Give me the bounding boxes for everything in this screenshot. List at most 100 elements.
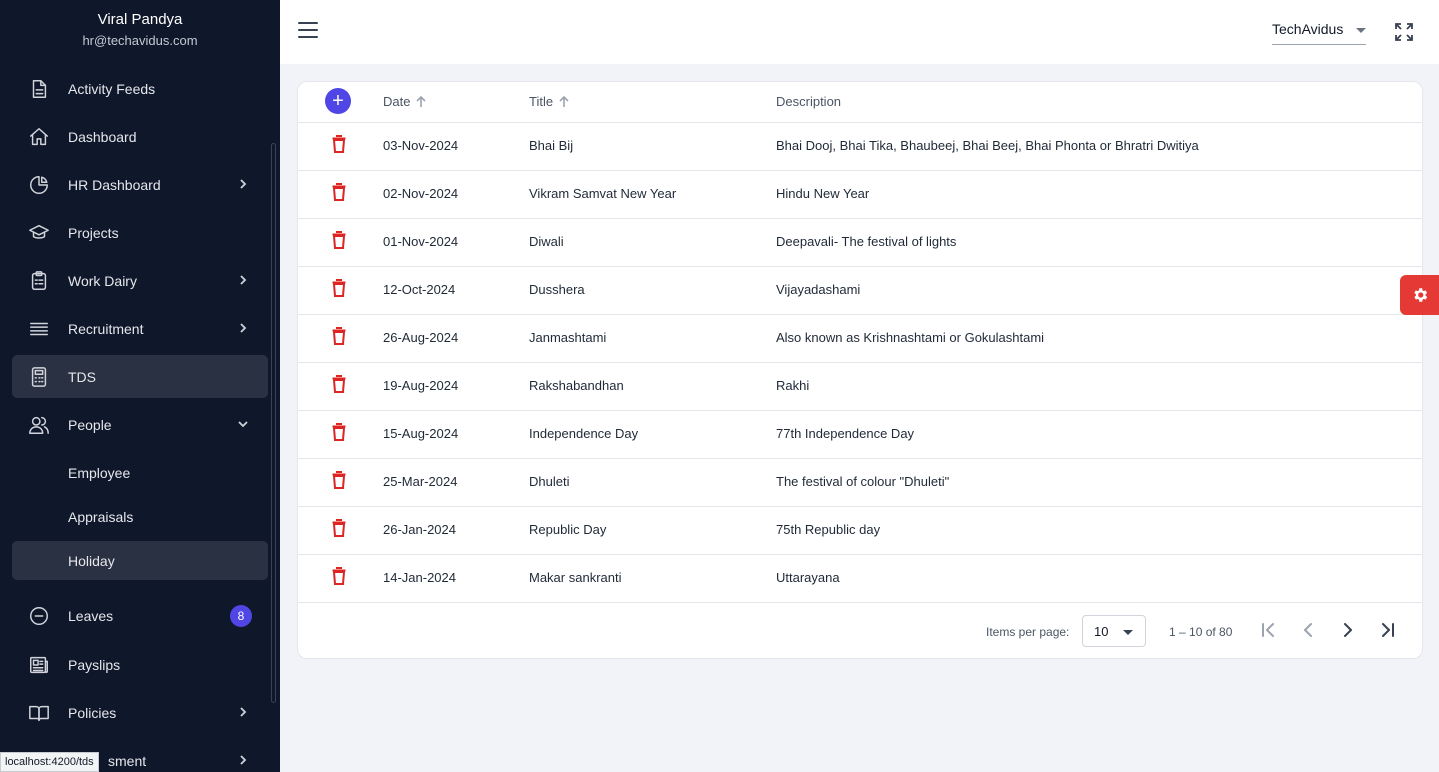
sidebar-item-payslips[interactable]: Payslips [12,643,268,686]
title-cell: Republic Day [529,522,607,537]
sidebar-item-recruitment[interactable]: Recruitment [12,307,268,350]
sort-arrow-up-icon [416,95,427,108]
description-cell: The festival of colour "Dhuleti" [776,474,950,489]
delete-trash-icon[interactable] [332,423,346,441]
description-cell: Also known as Krishnashtami or Gokulasht… [776,330,1045,345]
user-name: Viral Pandya [97,11,183,28]
sidebar-item-work-dairy[interactable]: Work Dairy [12,259,268,302]
date-cell: 01-Nov-2024 [383,234,459,249]
sidebar-item-activity-feeds[interactable]: Activity Feeds [12,67,268,110]
date-cell: 26-Jan-2024 [383,522,456,537]
sidebar-item-label: Policies [68,704,117,721]
column-header-date[interactable]: Date [383,94,427,109]
description-cell: Bhai Dooj, Bhai Tika, Bhaubeej, Bhai Bee… [776,138,1199,153]
minus-circle-icon [28,605,50,627]
last-page-button[interactable] [1376,618,1400,642]
delete-trash-icon[interactable] [332,519,346,537]
sidebar-item-label: Dashboard [68,128,137,145]
date-cell: 02-Nov-2024 [383,186,459,201]
column-header-label: Description [776,94,842,109]
sidebar-scrollbar[interactable] [271,143,276,703]
sidebar-item-hr-dashboard[interactable]: HR Dashboard [12,163,268,206]
newspaper-icon [28,654,50,676]
date-cell: 12-Oct-2024 [383,282,456,297]
delete-trash-icon[interactable] [332,471,346,489]
chevron-right-icon [236,321,250,335]
user-email: hr@techavidus.com [82,33,198,48]
table-row: 03-Nov-2024 Bhai Bij Bhai Dooj, Bhai Tika,… [298,123,1422,171]
date-cell: 14-Jan-2024 [383,570,456,585]
caret-down-icon [1356,28,1366,33]
sidebar-item-label: Holiday [68,552,115,569]
delete-trash-icon[interactable] [332,135,346,153]
calculator-icon [28,366,50,388]
delete-trash-icon[interactable] [332,327,346,345]
title-cell: Independence Day [529,426,639,441]
title-cell: Vikram Samvat New Year [529,186,677,201]
user-profile: Viral Pandya hr@techavidus.com [0,0,280,60]
description-cell: Vijayadashami [776,282,861,297]
company-select[interactable]: TechAvidus [1272,18,1366,45]
delete-trash-icon[interactable] [332,375,346,393]
book-icon [28,702,50,724]
sidebar-item-appraisals[interactable]: Appraisals [12,495,268,538]
title-cell: Janmashtami [529,330,607,345]
sidebar-item-leaves[interactable]: Leaves 8 [12,594,268,637]
title-cell: Dhuleti [529,474,570,489]
sidebar-item-label: sment [108,752,147,769]
items-per-page-label: Items per page: [986,625,1070,639]
clipboard-icon [28,270,50,292]
delete-trash-icon[interactable] [332,183,346,201]
sidebar-item-label: Employee [68,464,131,481]
description-cell: Uttarayana [776,570,840,585]
delete-trash-icon[interactable] [332,279,346,297]
table-row: 02-Nov-2024 Vikram Samvat New Year Hindu N… [298,171,1422,219]
sidebar-item-label: Work Dairy [68,272,137,289]
items-per-page-select[interactable]: 10 [1082,615,1146,647]
table-row: 26-Aug-2024 Janmashtami Also known as Kris… [298,315,1422,363]
sidebar-item-label: HR Dashboard [68,176,161,193]
fullscreen-icon[interactable] [1394,22,1414,42]
first-page-button[interactable] [1256,618,1280,642]
title-cell: Rakshabandhan [529,378,624,393]
column-header-title[interactable]: Title [529,94,569,109]
date-cell: 26-Aug-2024 [383,330,459,345]
caret-down-icon [1123,630,1133,635]
settings-gear-icon[interactable] [1400,275,1439,315]
sidebar-item-policies[interactable]: Policies [12,691,268,734]
holiday-table-card: + Date Title Description 03-Nov-2024 Bhai… [297,81,1423,659]
leaves-count-badge: 8 [230,605,252,627]
sidebar-item-tds[interactable]: TDS [12,355,268,398]
table-row: 19-Aug-2024 Rakshabandhan Rakhi [298,363,1422,411]
sidebar-item-label: Appraisals [68,508,134,525]
sidebar-item-label: Activity Feeds [68,80,156,97]
sidebar-item-projects[interactable]: Projects [12,211,268,254]
sidebar-item-label: TDS [68,368,96,385]
column-header-label: Date [383,94,411,109]
graduation-cap-icon [28,222,50,244]
table-row: 12-Oct-2024 Dusshera Vijayadashami [298,267,1422,315]
date-cell: 19-Aug-2024 [383,378,459,393]
description-cell: 77th Independence Day [776,426,915,441]
sidebar: Viral Pandya hr@techavidus.com Activity … [0,0,280,772]
sidebar-item-dashboard[interactable]: Dashboard [12,115,268,158]
previous-page-button[interactable] [1296,618,1320,642]
browser-status-url: localhost:4200/tds [0,752,99,772]
table-row: 01-Nov-2024 Diwali Deepavali- The festival… [298,219,1422,267]
add-holiday-button[interactable]: + [325,88,351,114]
hamburger-menu-icon[interactable] [298,22,318,42]
description-cell: 75th Republic day [776,522,881,537]
sidebar-item-people[interactable]: People [12,403,268,446]
chevron-down-icon [236,417,250,431]
sidebar-item-holiday[interactable]: Holiday [12,541,268,580]
table-row: 14-Jan-2024 Makar sankranti Uttarayana [298,555,1422,603]
document-icon [28,78,50,100]
table-row: 15-Aug-2024 Independence Day 77th Independ… [298,411,1422,459]
delete-trash-icon[interactable] [332,231,346,249]
delete-trash-icon[interactable] [332,567,346,585]
sidebar-item-label: Projects [68,224,119,241]
next-page-button[interactable] [1336,618,1360,642]
pie-chart-icon [28,174,50,196]
sidebar-item-employee[interactable]: Employee [12,451,268,494]
chevron-right-icon [236,177,250,191]
